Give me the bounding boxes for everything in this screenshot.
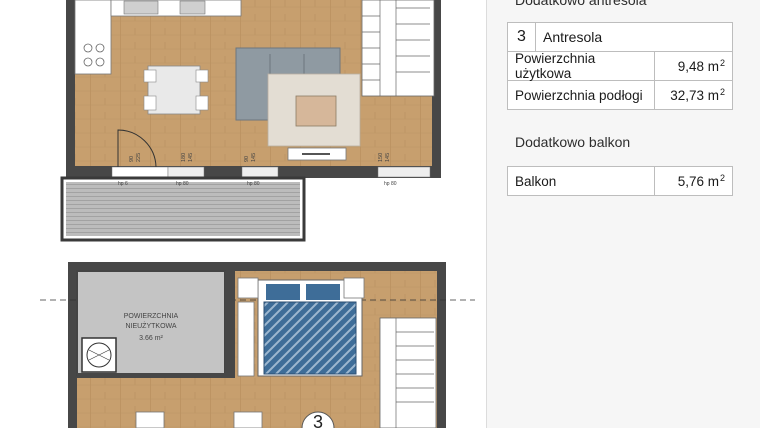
window-dimension-label: 145: [188, 153, 194, 162]
floor-plan: 90 225 180 145 90 145 150 145 hp 6 hp 80 hp 80 hp …: [40, 0, 475, 428]
lower-apartment: POWIERZCHNIA NIEUŻYTKOWA 3.66 m² 3: [40, 262, 475, 428]
window-dimension-label: 90: [244, 156, 250, 162]
floor-area-row: Powierzchnia podłogi 32,73 m2: [508, 81, 732, 109]
window-dimension-label: 90: [129, 156, 135, 162]
window-dimension-label: 180: [181, 153, 187, 162]
floor-area-value: 32,73 m2: [654, 81, 732, 109]
sill-height-label: hp 80: [384, 181, 397, 187]
usable-area-value: 9,48 m2: [654, 52, 732, 80]
unusable-area-size: 3.66 m²: [139, 335, 163, 342]
sill-height-label: hp 80: [247, 181, 260, 187]
mezzanine-name: Antresola: [543, 29, 603, 45]
sill-height-label: hp 6: [118, 181, 128, 187]
usable-area-label: Powierzchnia użytkowa: [515, 51, 596, 81]
unusable-area-line1: POWIERZCHNIA: [124, 313, 179, 320]
floor-area-label: Powierzchnia podłogi: [515, 87, 643, 103]
window-dimension-label: 150: [378, 153, 384, 162]
mezzanine-number: 3: [508, 23, 536, 51]
upper-apartment: 90 225 180 145 90 145 150 145 hp 6 hp 80 hp 80 hp …: [60, 0, 441, 242]
info-panel: Dodatkowo antresola 3 Antresola Powierzc…: [486, 0, 760, 428]
room-number: 3: [313, 412, 323, 428]
balcony-table: Balkon 5,76 m2: [507, 166, 733, 196]
sill-height-label: hp 80: [176, 181, 189, 187]
window-dimension-label: 145: [251, 153, 257, 162]
window-dimension-label: 145: [385, 153, 391, 162]
unusable-area-line2: NIEUŻYTKOWA: [125, 321, 176, 330]
balcony-value: 5,76 m2: [654, 167, 732, 195]
mezzanine-table: 3 Antresola Powierzchnia użytkowa 9,48 m…: [507, 22, 733, 110]
mezzanine-heading: Dodatkowo antresola: [515, 0, 647, 8]
balcony-row: Balkon 5,76 m2: [508, 167, 732, 195]
window-dimension-label: 225: [136, 153, 142, 162]
mezzanine-header-row: 3 Antresola: [508, 23, 732, 52]
balcony-label: Balkon: [515, 173, 557, 189]
usable-area-row: Powierzchnia użytkowa 9,48 m2: [508, 51, 732, 81]
balcony-heading: Dodatkowo balkon: [515, 134, 631, 150]
